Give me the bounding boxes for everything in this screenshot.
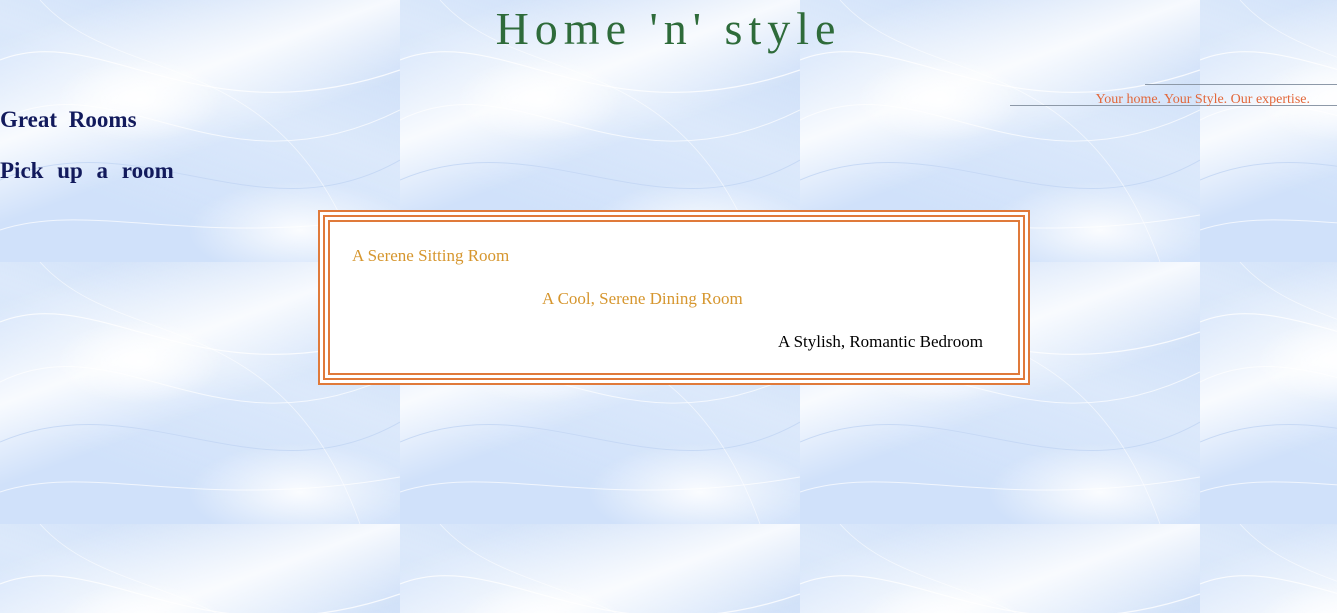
tagline-top-rule [1145, 84, 1337, 85]
tagline: Your home. Your Style. Our expertise. [1095, 92, 1310, 107]
room-link-dining-room[interactable]: A Cool, Serene Dining Room [542, 289, 743, 309]
room-link-bedroom[interactable]: A Stylish, Romantic Bedroom [778, 332, 983, 352]
great-rooms-heading: Great Rooms [0, 107, 137, 132]
room-list-box: A Serene Sitting Room A Cool, Serene Din… [318, 210, 1030, 385]
pick-room-heading: Pick up a room [0, 158, 174, 183]
tagline-banner: Your home. Your Style. Our expertise. [1010, 84, 1337, 108]
site-title: Home 'n' style [495, 3, 842, 54]
room-link-sitting-room[interactable]: A Serene Sitting Room [352, 246, 509, 266]
